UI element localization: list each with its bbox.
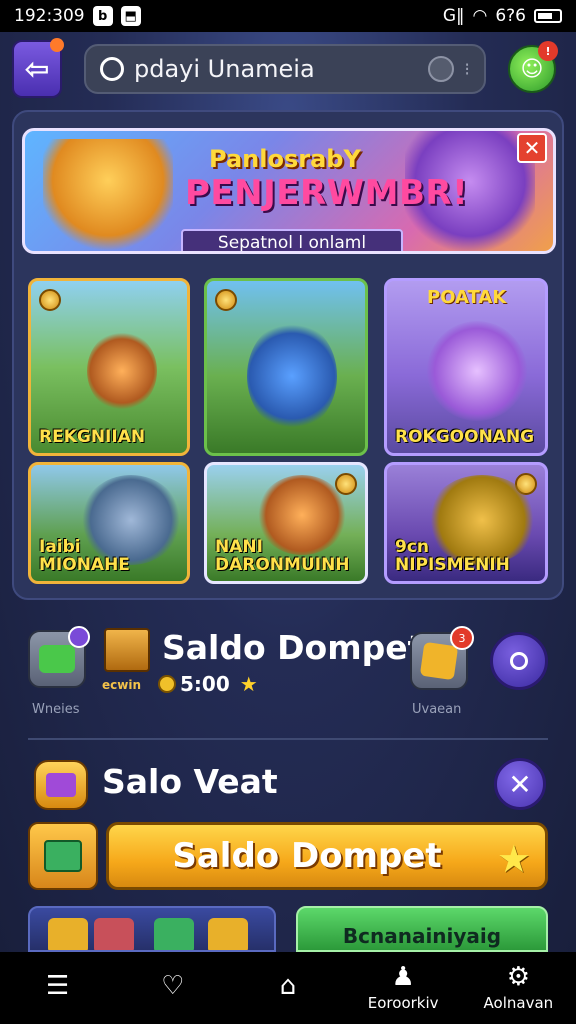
nav-item-list[interactable]: ☰ [3, 973, 113, 1003]
gem-icon [44, 840, 82, 872]
promo-banner[interactable]: PanlosrabY PENJERWMBR! Sepatnol l onlaml… [22, 128, 556, 254]
game-card[interactable] [204, 278, 368, 456]
chat-badge [68, 626, 90, 648]
nav-item-home[interactable]: ⌂ [233, 973, 343, 1003]
section-title: Salo Veat [102, 762, 278, 801]
wallet-title: Saldo Dompet [162, 628, 424, 667]
ticket-icon [46, 773, 76, 797]
profile-icon: ☺ [520, 56, 544, 82]
chat-button[interactable] [28, 626, 90, 688]
mic-icon[interactable] [428, 56, 455, 82]
saldo-dompet-button-label: Saldo Dompet [172, 836, 442, 876]
star-icon: ★ [496, 837, 531, 881]
search-icon [100, 57, 124, 81]
star-icon: ★ [239, 672, 258, 696]
game-title: ROKGOONANG [395, 427, 535, 448]
coin-icon [215, 289, 237, 311]
game-card[interactable]: Iaibi MIONAHE [28, 462, 190, 584]
home-icon: ⌂ [279, 971, 297, 1001]
signal-icon: G‖ [442, 6, 465, 26]
notification-icon: ⬒ [120, 6, 141, 26]
items-card[interactable] [28, 906, 276, 952]
item-icon [48, 918, 88, 950]
battery-text: 6?6 [495, 6, 526, 26]
nav-item-shield[interactable]: ♡ [118, 973, 228, 1003]
coin-icon [39, 289, 61, 311]
banner-title-line2: PENJERWMBR! [185, 173, 469, 213]
section-close-button[interactable]: ✕ [494, 758, 546, 810]
banner-close-button[interactable]: ✕ [517, 133, 547, 163]
close-icon: ✕ [523, 136, 541, 160]
search-bar[interactable]: pdayi Unameia ⁝ [84, 44, 486, 94]
game-card[interactable]: 9cn NIPISMENIH [384, 462, 548, 584]
banner-subtitle[interactable]: Sepatnol l onlaml [181, 229, 403, 251]
list-icon: ☰ [45, 971, 70, 1001]
wifi-icon: ◠ [472, 6, 488, 26]
top-bar: ⇦ pdayi Unameia ⁝ ☺ ! [0, 32, 576, 106]
coin-value: 5:00 [180, 672, 230, 696]
section-icon [34, 760, 88, 810]
game-title: NANI DARONMUINH [215, 536, 350, 576]
nav-item-settings[interactable]: ⚙ Aolnavan [463, 964, 573, 1012]
status-bar: 192:309 b ⬒ G‖ ◠ 6?6 [0, 0, 576, 32]
saldo-dompet-button[interactable]: Saldo Dompet ★ [106, 822, 548, 890]
search-input[interactable]: pdayi Unameia [134, 55, 418, 83]
shield-icon: ♡ [161, 971, 185, 1001]
coin-icon [158, 675, 176, 693]
game-card[interactable]: POATAK ROKGOONANG [384, 278, 548, 456]
green-action-button[interactable]: Bcnanainiyaig [296, 906, 548, 952]
gear-icon: ⚙ [506, 962, 530, 992]
game-artwork [427, 321, 527, 421]
back-button[interactable]: ⇦ [12, 38, 64, 98]
game-title: 9cn NIPISMENIH [395, 536, 510, 576]
game-grid: REKGNIIAN POATAK ROKGOONANG Iaibi MIONAH… [28, 278, 548, 584]
item-icon [94, 918, 134, 950]
chat-label: Wneies [32, 702, 80, 717]
game-badge: POATAK [427, 287, 507, 308]
gem-button[interactable] [28, 822, 98, 890]
chat-icon [39, 645, 75, 673]
gift-badge: 3 [450, 626, 474, 650]
notification-dot [50, 38, 64, 52]
crate-label: ecwin [102, 678, 141, 692]
nav-label: Eoroorkiv [367, 994, 439, 1012]
location-pin-icon [510, 652, 528, 670]
status-time: 192:309 [14, 6, 85, 26]
profile-button[interactable]: ☺ ! [508, 41, 558, 93]
divider [28, 738, 548, 740]
game-card[interactable]: REKGNIIAN [28, 278, 190, 456]
nav-item-profile[interactable]: ♟ Eoroorkiv [348, 964, 458, 1012]
gift-icon [419, 641, 459, 681]
location-button[interactable] [490, 632, 548, 690]
more-options-icon[interactable]: ⁝ [464, 59, 470, 80]
battery-icon [534, 9, 562, 23]
banner-hero-king [43, 139, 173, 251]
arrow-left-icon: ⇦ [24, 51, 50, 87]
item-icon [154, 918, 194, 950]
gift-label: Uvaean [412, 702, 462, 717]
message-icon: b [92, 6, 113, 26]
game-artwork [247, 321, 337, 431]
game-card[interactable]: NANI DARONMUINH [204, 462, 368, 584]
close-icon: ✕ [508, 767, 532, 801]
nav-label: Aolnavan [483, 994, 554, 1012]
wallet-row: Saldo Dompet ecwin 5:00 ★ Wneies 3 Uvaea… [0, 618, 576, 728]
gift-button[interactable]: 3 [410, 626, 474, 690]
game-title: Iaibi MIONAHE [39, 536, 130, 576]
green-action-label: Bcnanainiyaig [342, 924, 502, 948]
coin-balance: 5:00 ★ [158, 672, 258, 696]
crate-icon [104, 628, 150, 672]
game-title: REKGNIIAN [39, 427, 146, 448]
item-icon [208, 918, 248, 950]
bottom-nav: ☰ ♡ ⌂ ♟ Eoroorkiv ⚙ Aolnavan [0, 952, 576, 1024]
game-artwork [87, 331, 157, 411]
profile-badge: ! [538, 41, 558, 61]
banner-title-line1: PanlosrabY [209, 145, 361, 173]
user-icon: ♟ [391, 962, 415, 992]
